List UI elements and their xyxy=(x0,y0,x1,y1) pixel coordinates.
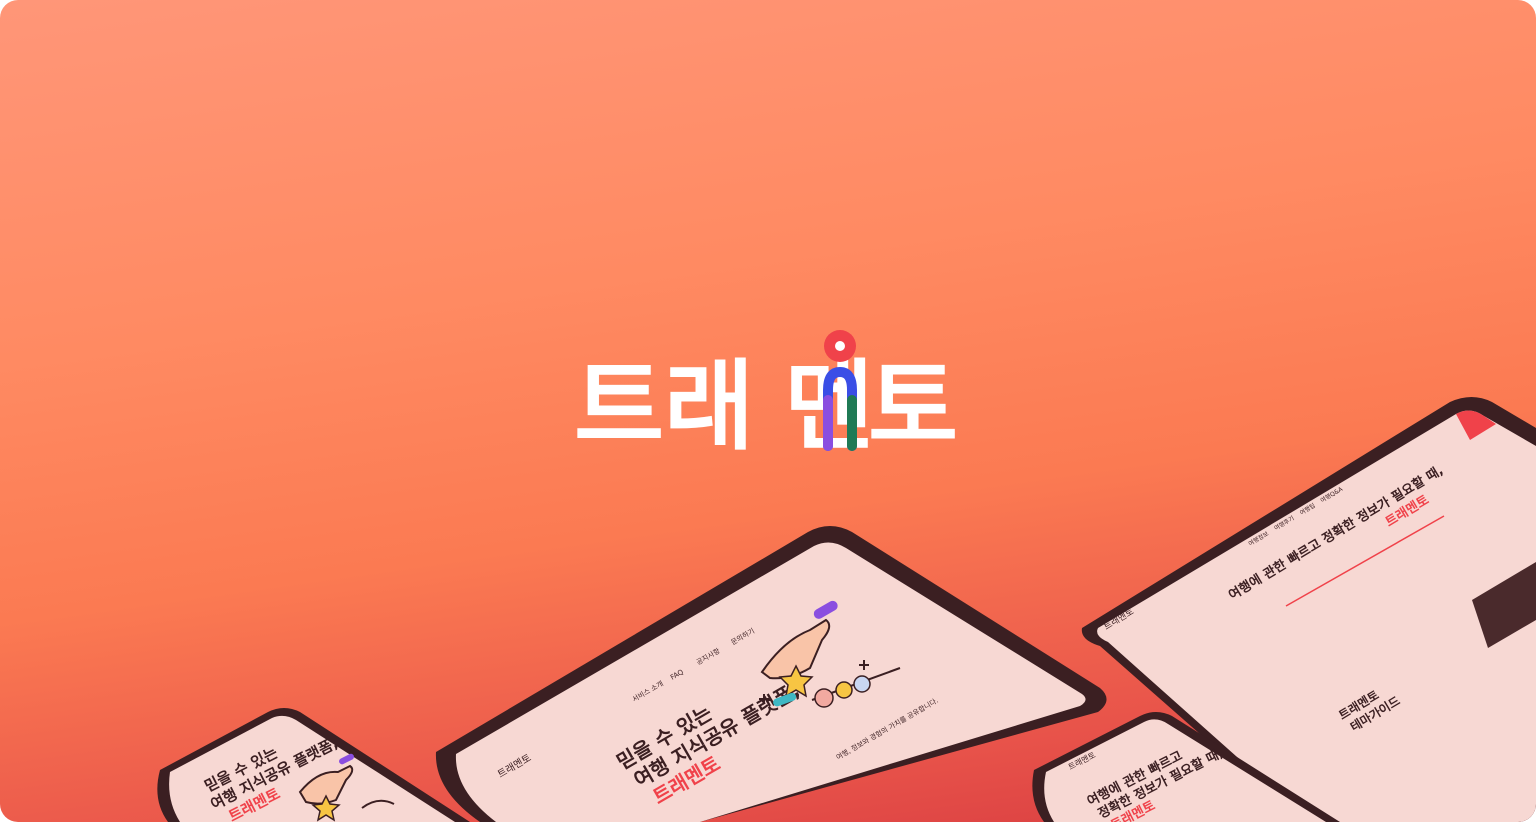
device-mockups: 믿을 수 있는 여행 지식공유 플랫폼, 트래멘토 트래멘토 믿을 수 있는 여… xyxy=(157,397,1536,822)
tablet-center: 트래멘토 믿을 수 있는 여행 지식공유 플랫폼, 트래멘토 서비스 소개 FA… xyxy=(435,526,1107,822)
hero-banner: 트래 멘 토 믿을 수 있는 여행 지식공유 플랫폼, 트래멘토 xyxy=(0,0,1536,822)
phone-left: 믿을 수 있는 여행 지식공유 플랫폼, 트래멘토 xyxy=(157,708,471,822)
